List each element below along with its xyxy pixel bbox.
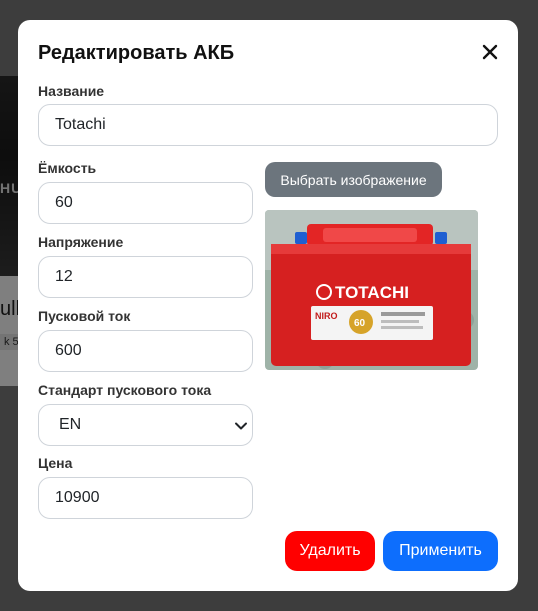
price-label: Цена [38, 455, 73, 471]
cranking-standard-value: EN [59, 416, 82, 433]
battery-capacity-badge: 60 [354, 318, 366, 329]
voltage-label: Напряжение [38, 234, 124, 250]
battery-model-text: NIRO [315, 311, 338, 321]
capacity-label: Ёмкость [38, 160, 97, 176]
edit-battery-modal: Редактировать АКБ Название Ёмкость Напря… [18, 20, 518, 591]
modal-title: Редактировать АКБ [38, 42, 235, 64]
close-icon [482, 44, 498, 60]
cranking-standard-select[interactable]: EN [38, 404, 253, 446]
apply-button[interactable]: Применить [383, 531, 498, 571]
cranking-standard-label: Стандарт пускового тока [38, 382, 212, 398]
name-input[interactable] [38, 104, 498, 146]
choose-image-button[interactable]: Выбрать изображение [265, 162, 442, 197]
battery-image-preview: TOTACHI NIRO 60 [265, 210, 478, 370]
name-label: Название [38, 83, 105, 99]
close-button[interactable] [478, 40, 502, 64]
cranking-current-input[interactable] [38, 330, 253, 372]
voltage-input[interactable] [38, 256, 253, 298]
battery-brand-text: TOTACHI [335, 283, 409, 302]
chevron-down-icon [235, 422, 247, 430]
price-input[interactable] [38, 477, 253, 519]
battery-photo: TOTACHI NIRO 60 [265, 210, 478, 370]
delete-button[interactable]: Удалить [285, 531, 375, 571]
cranking-current-label: Пусковой ток [38, 308, 131, 324]
capacity-input[interactable] [38, 182, 253, 224]
